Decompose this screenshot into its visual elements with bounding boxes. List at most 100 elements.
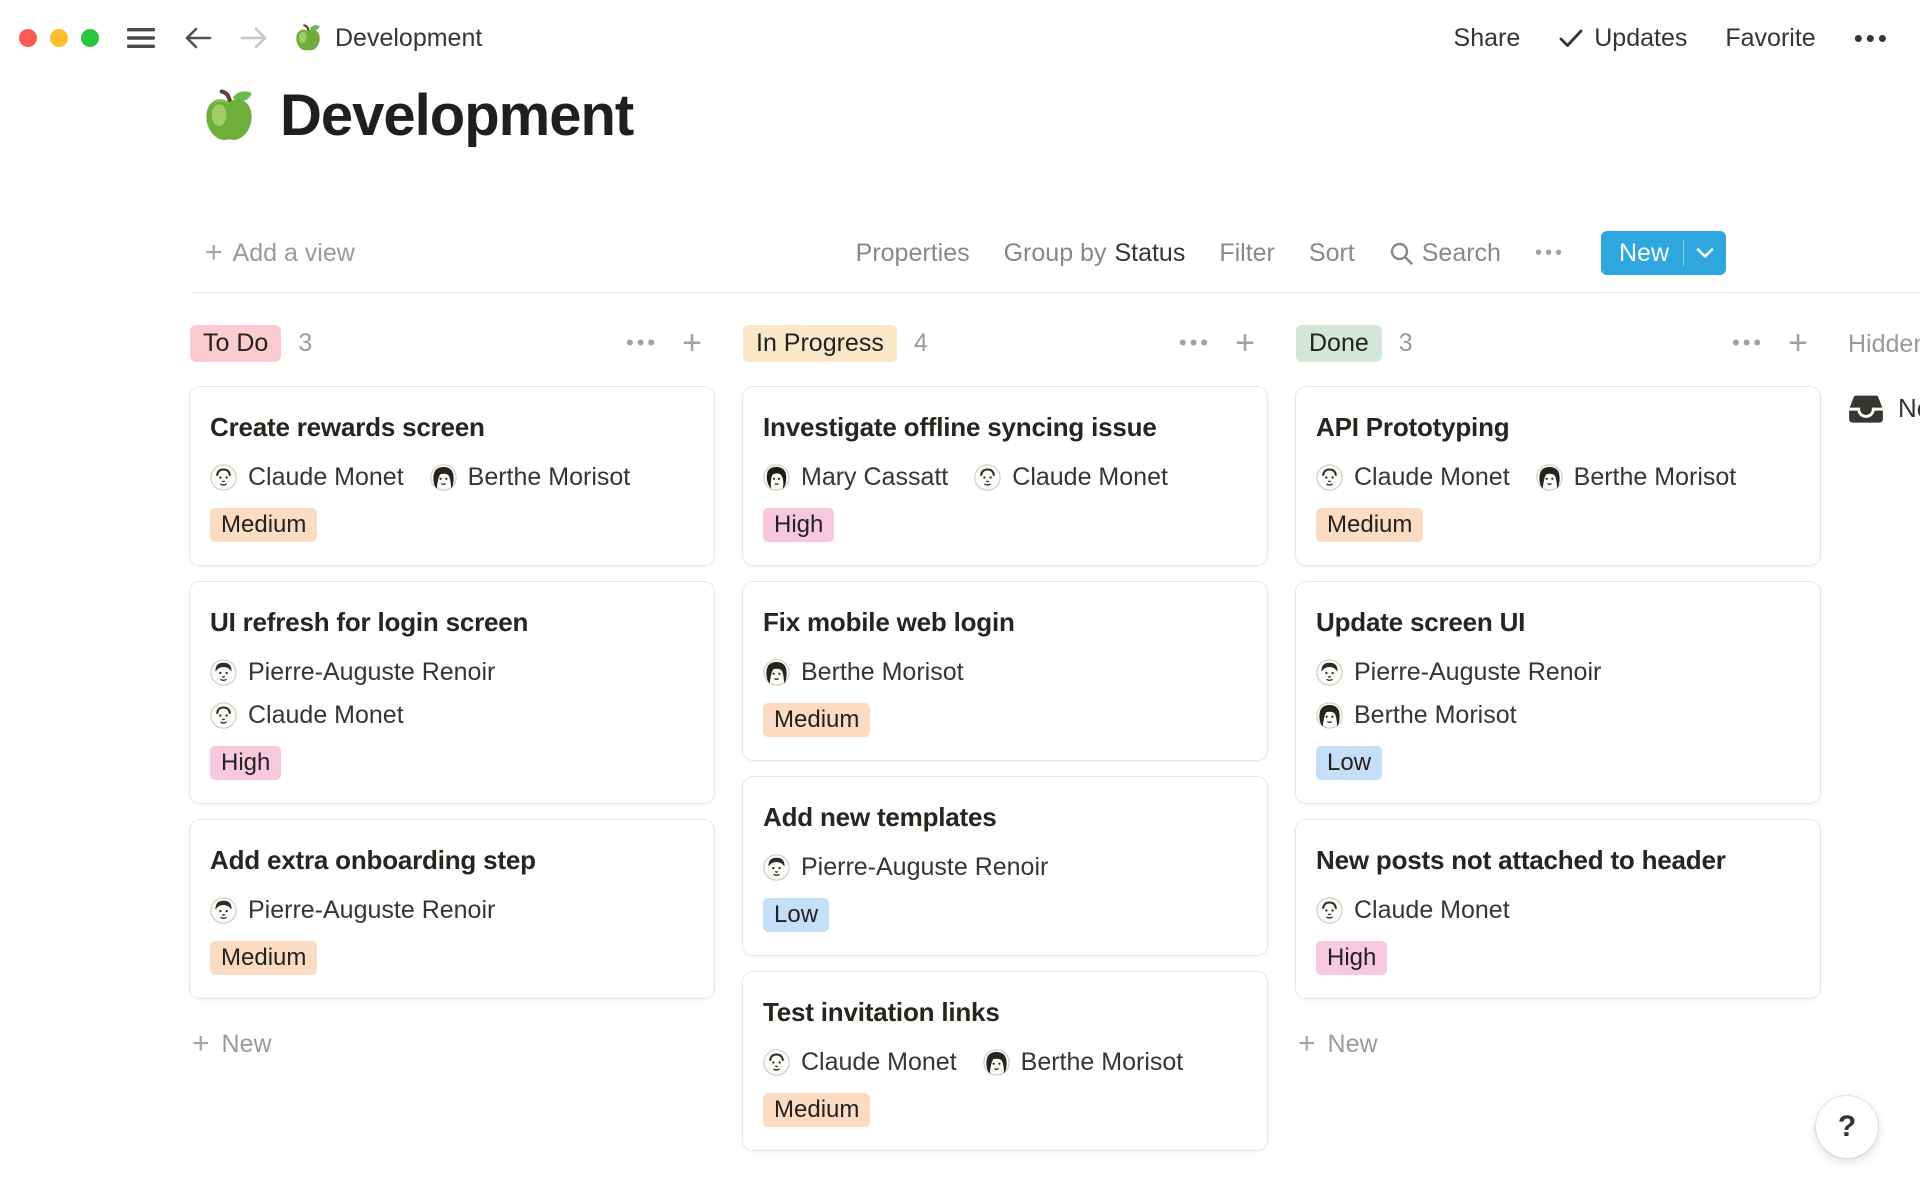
- assignee-name: Claude Monet: [1354, 463, 1510, 492]
- column-add-card-button[interactable]: +: [1788, 326, 1808, 360]
- priority-badge: High: [210, 746, 281, 780]
- priority-badge: High: [763, 508, 834, 542]
- priority-badge: High: [1316, 941, 1387, 975]
- avatar-monet-icon: [1316, 464, 1343, 491]
- close-window-button[interactable]: [19, 29, 37, 47]
- plus-icon: +: [205, 238, 223, 268]
- window-more-button[interactable]: •••: [1854, 23, 1890, 54]
- priority-badge: Medium: [763, 1093, 870, 1127]
- assignee-name: Berthe Morisot: [1354, 701, 1517, 730]
- column-header: To Do3•••+: [190, 324, 714, 362]
- chevron-down-icon[interactable]: [1684, 247, 1726, 259]
- kanban-card[interactable]: Fix mobile web loginBerthe MorisotMedium: [743, 582, 1267, 760]
- new-card-button[interactable]: +New: [190, 1029, 714, 1059]
- kanban-card[interactable]: Add new templatesPierre-Auguste RenoirLo…: [743, 777, 1267, 955]
- priority-badge: Low: [1316, 746, 1382, 780]
- card-assignees: Claude Monet Berthe Morisot: [1316, 462, 1800, 492]
- window-titlebar: Development Share Updates Favorite •••: [0, 0, 1920, 76]
- assignee-name: Pierre-Auguste Renoir: [248, 896, 495, 925]
- column-more-button[interactable]: •••: [1179, 330, 1211, 356]
- assignee-chip: Pierre-Auguste Renoir: [1316, 657, 1601, 687]
- breadcrumb[interactable]: Development: [293, 23, 482, 53]
- card-assignees: Pierre-Auguste Renoir: [763, 852, 1247, 882]
- search-button[interactable]: Search: [1389, 239, 1501, 268]
- kanban-card[interactable]: Investigate offline syncing issueMary Ca…: [743, 387, 1267, 565]
- new-card-button[interactable]: +New: [1296, 1029, 1820, 1059]
- group-by-button[interactable]: Group by Status: [1004, 239, 1186, 268]
- column-status-badge[interactable]: To Do: [190, 325, 281, 362]
- toolbar-more-button[interactable]: •••: [1535, 242, 1565, 265]
- assignee-name: Berthe Morisot: [1021, 1048, 1184, 1077]
- assignee-name: Berthe Morisot: [801, 658, 964, 687]
- kanban-card[interactable]: Update screen UIPierre-Auguste RenoirBer…: [1296, 582, 1820, 803]
- filter-button[interactable]: Filter: [1219, 239, 1275, 268]
- column-add-card-button[interactable]: +: [1235, 326, 1255, 360]
- forward-button[interactable]: [239, 25, 269, 51]
- column-status-badge[interactable]: In Progress: [743, 325, 897, 362]
- assignee-name: Claude Monet: [248, 701, 404, 730]
- kanban-card[interactable]: Create rewards screenClaude MonetBerthe …: [190, 387, 714, 565]
- inbox-icon: [1848, 390, 1884, 426]
- minimize-window-button[interactable]: [50, 29, 68, 47]
- assignee-chip: Pierre-Auguste Renoir: [210, 657, 495, 687]
- properties-button[interactable]: Properties: [856, 239, 970, 268]
- help-button[interactable]: ?: [1816, 1096, 1878, 1158]
- assignee-chip: Claude Monet: [210, 700, 404, 730]
- favorite-button[interactable]: Favorite: [1725, 24, 1815, 53]
- arrow-right-icon: [239, 25, 269, 51]
- page-icon-apple-large[interactable]: [200, 87, 258, 145]
- assignee-chip: Claude Monet: [210, 462, 404, 492]
- assignee-chip: Pierre-Auguste Renoir: [763, 852, 1048, 882]
- page-title[interactable]: Development: [280, 82, 633, 149]
- zoom-window-button[interactable]: [81, 29, 99, 47]
- column-status-badge[interactable]: Done: [1296, 325, 1382, 362]
- add-view-button[interactable]: + Add a view: [205, 238, 355, 268]
- kanban-card[interactable]: Test invitation links Claude Monet Berthe …: [743, 972, 1267, 1150]
- avatar-renoir-icon: [1316, 659, 1343, 686]
- avatar-cassatt-icon: [763, 464, 790, 491]
- new-card-label: New: [1328, 1030, 1378, 1059]
- new-card-label: New: [222, 1030, 272, 1059]
- column-header: In Progress 4 ••• +: [743, 324, 1267, 362]
- column-add-card-button[interactable]: +: [682, 326, 702, 360]
- assignee-chip: Claude Monet: [763, 1047, 957, 1077]
- sidebar-menu-button[interactable]: [125, 25, 157, 51]
- hidden-columns-panel: Hidden columns No Status: [1848, 324, 1920, 426]
- sort-button[interactable]: Sort: [1309, 239, 1355, 268]
- kanban-card[interactable]: UI refresh for login screenPierre-August…: [190, 582, 714, 803]
- assignee-chip: Pierre-Auguste Renoir: [210, 895, 495, 925]
- card-title: Add extra onboarding step: [210, 841, 694, 879]
- card-title: Add new templates: [763, 798, 1247, 836]
- assignee-name: Claude Monet: [1354, 896, 1510, 925]
- column-card-list: Create rewards screenClaude MonetBerthe …: [190, 387, 714, 998]
- kanban-card[interactable]: API PrototypingClaude MonetBerthe Moriso…: [1296, 387, 1820, 565]
- card-title: Test invitation links: [763, 993, 1247, 1031]
- column-card-count: 4: [914, 329, 928, 358]
- kanban-card[interactable]: Add extra onboarding step Pierre-Auguste …: [190, 820, 714, 998]
- assignee-name: Berthe Morisot: [468, 463, 631, 492]
- new-button[interactable]: New: [1601, 231, 1726, 275]
- group-by-value: Status: [1114, 239, 1185, 268]
- updates-button[interactable]: Updates: [1558, 24, 1687, 53]
- hidden-group-no-status[interactable]: No Status: [1848, 390, 1920, 426]
- avatar-morisot-icon: [983, 1049, 1010, 1076]
- breadcrumb-title: Development: [335, 24, 482, 53]
- column-more-button[interactable]: •••: [626, 330, 658, 356]
- hamburger-icon: [125, 25, 157, 51]
- column-header: Done3•••+: [1296, 324, 1820, 362]
- kanban-card[interactable]: New posts not attached to headerClaude M…: [1296, 820, 1820, 998]
- back-button[interactable]: [183, 25, 213, 51]
- toolbar-divider: [192, 292, 1920, 293]
- avatar-renoir-icon: [763, 854, 790, 881]
- assignee-name: Claude Monet: [1012, 463, 1168, 492]
- card-assignees: Pierre-Auguste Renoir Claude Monet: [210, 657, 694, 730]
- card-assignees: Claude Monet: [1316, 895, 1800, 925]
- card-assignees: Pierre-Auguste Renoir: [210, 895, 694, 925]
- priority-badge: Medium: [210, 508, 317, 542]
- assignee-name: Berthe Morisot: [1574, 463, 1737, 492]
- share-button[interactable]: Share: [1454, 24, 1521, 53]
- hidden-columns-toggle[interactable]: Hidden columns: [1848, 324, 1920, 362]
- card-title: Fix mobile web login: [763, 603, 1247, 641]
- column-more-button[interactable]: •••: [1732, 330, 1764, 356]
- priority-badge: Medium: [1316, 508, 1423, 542]
